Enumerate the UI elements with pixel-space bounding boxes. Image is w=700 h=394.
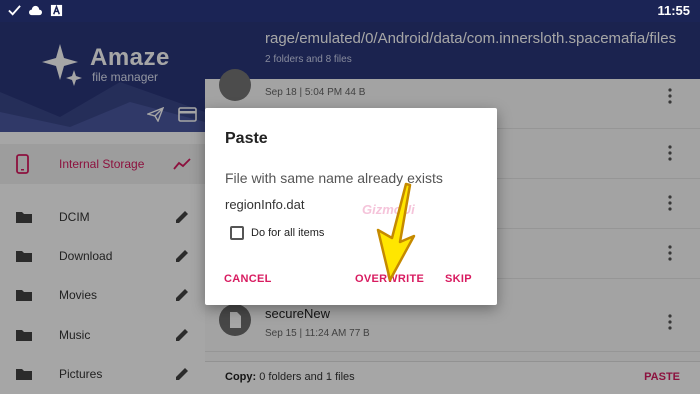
do-for-all-checkbox[interactable] [230,226,244,240]
check-icon [8,5,21,16]
status-icons [8,4,63,17]
clock: 11:55 [657,3,690,18]
checkbox-label[interactable]: Do for all items [251,227,324,239]
skip-button[interactable]: SKIP [445,273,472,285]
cloud-icon [29,5,42,16]
cancel-button[interactable]: CANCEL [224,273,272,285]
conflict-filename: regionInfo.dat [225,197,305,212]
paste-dialog: Paste File with same name already exists… [205,108,497,305]
status-bar: 11:55 [0,0,700,22]
dialog-title: Paste [225,130,268,147]
app-a-icon [50,4,63,17]
annotation-arrow-icon [376,182,416,282]
